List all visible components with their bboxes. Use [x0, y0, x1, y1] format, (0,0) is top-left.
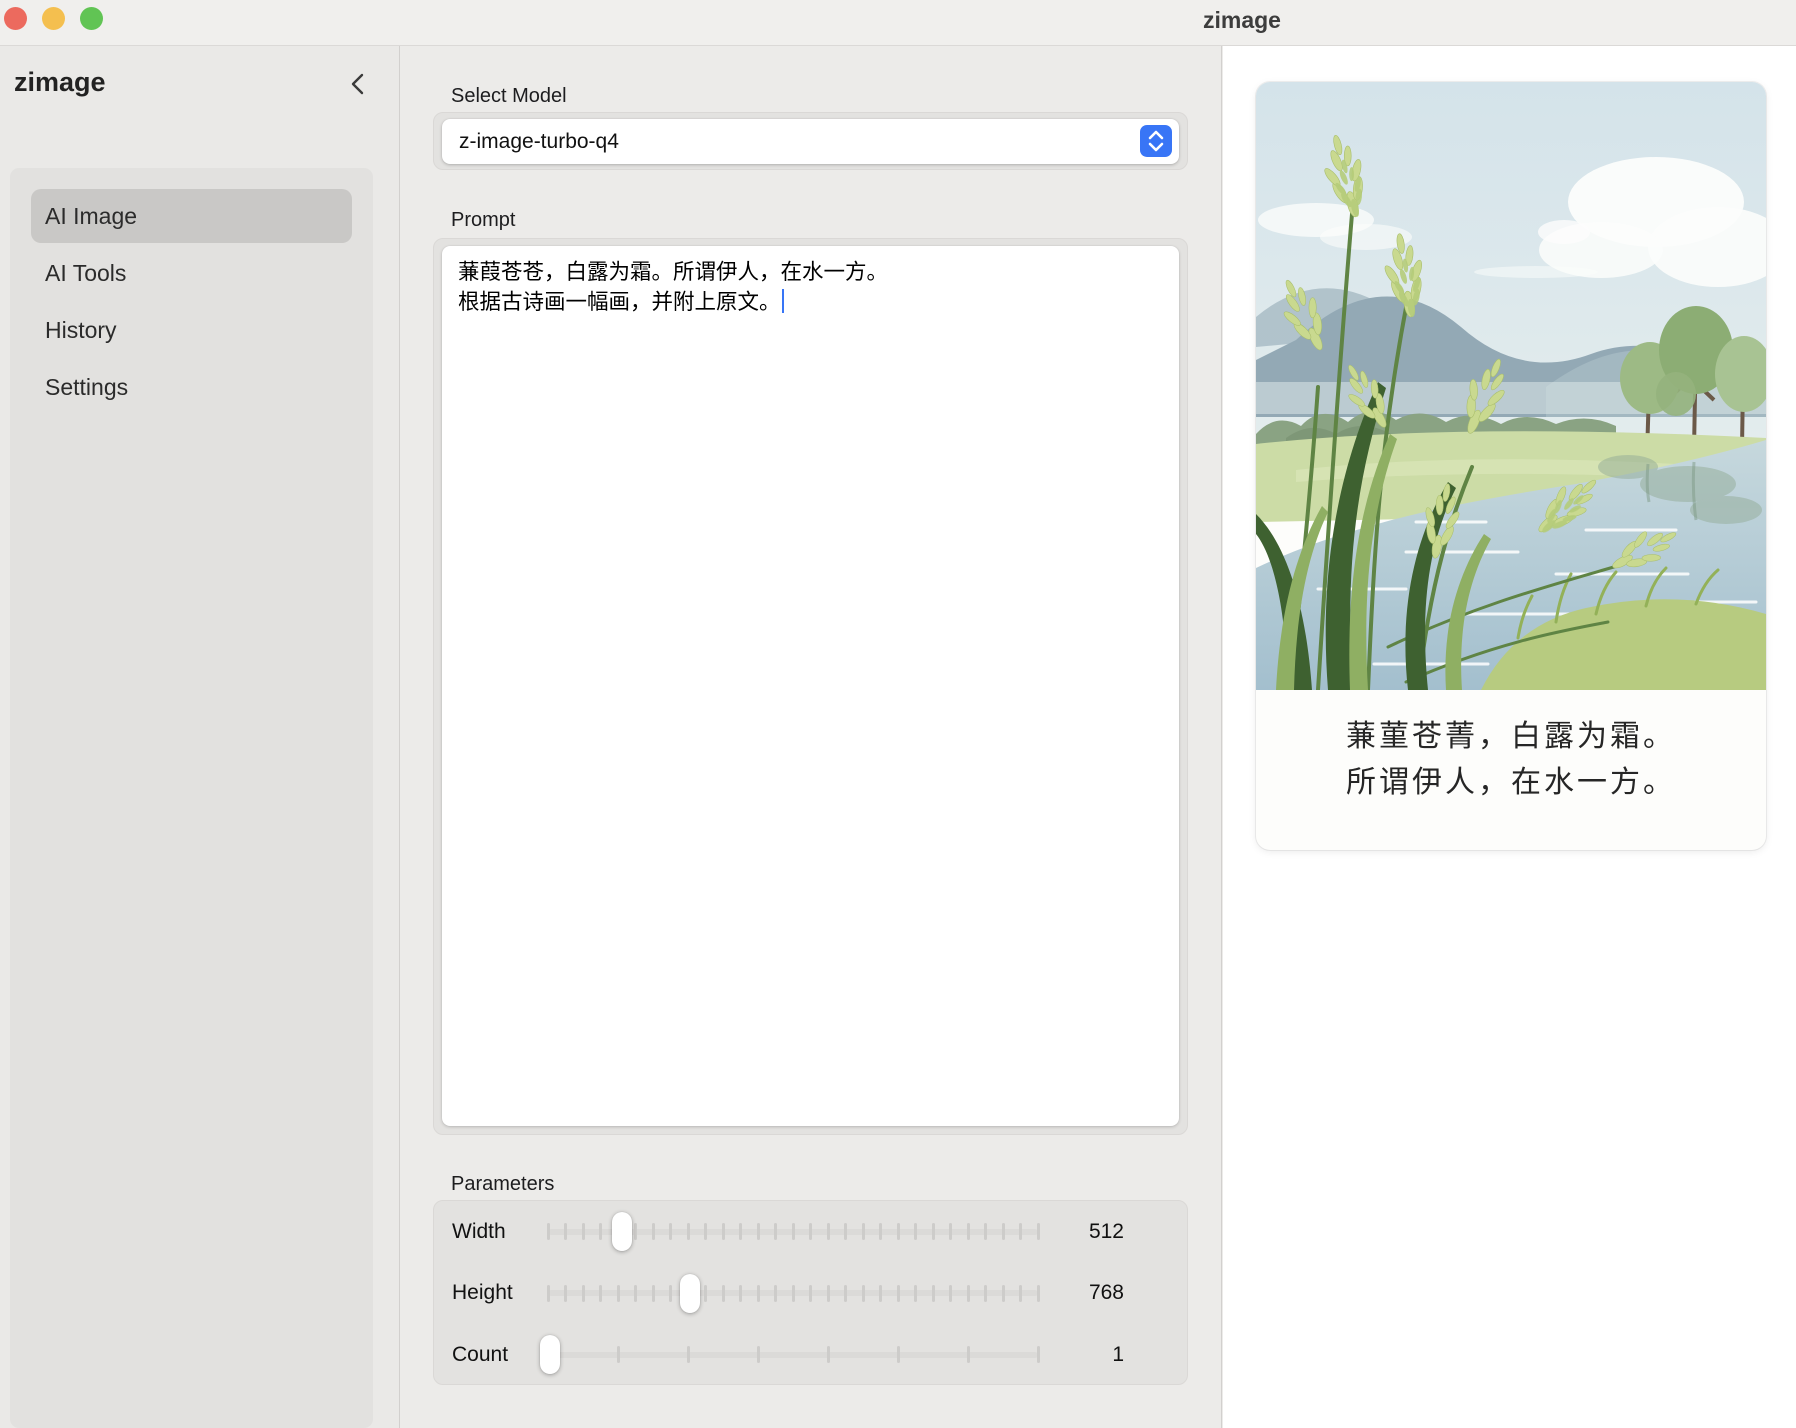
parameter-slider[interactable] — [548, 1271, 1038, 1315]
sidebar-item-label: AI Tools — [45, 260, 126, 287]
sidebar-item-history[interactable]: History — [31, 303, 352, 357]
sidebar-header: zimage — [0, 45, 399, 123]
prompt-label: Prompt — [451, 209, 515, 232]
parameter-value: 768 — [1038, 1281, 1169, 1305]
generated-landscape-image — [1256, 82, 1766, 690]
slider-track[interactable] — [548, 1352, 1038, 1358]
parameter-value: 1 — [1038, 1343, 1169, 1367]
sidebar-item-label: History — [45, 317, 117, 344]
parameter-label: Height — [452, 1281, 548, 1305]
sidebar-item-ai-image[interactable]: AI Image — [31, 189, 352, 243]
model-select[interactable]: z-image-turbo-q4 — [442, 119, 1179, 164]
chevron-left-icon — [347, 71, 369, 97]
parameter-label: Width — [452, 1220, 548, 1244]
chevron-up-icon — [1147, 130, 1165, 140]
parameter-slider[interactable] — [548, 1333, 1038, 1377]
parameter-row-width: Width 512 — [434, 1201, 1187, 1263]
sidebar-item-settings[interactable]: Settings — [31, 360, 352, 414]
select-stepper-icon[interactable] — [1140, 125, 1172, 157]
slider-thumb[interactable] — [612, 1212, 632, 1251]
parameters-label: Parameters — [451, 1173, 554, 1196]
app-title: zimage — [14, 67, 106, 98]
prompt-text-line2: 根据古诗画一幅画，并附上原文。 — [458, 287, 1163, 317]
model-select-value: z-image-turbo-q4 — [459, 130, 619, 154]
poem-caption: 蒹菫苍菁，白露为霜。 所谓伊人，在水一方。 — [1256, 690, 1766, 806]
chevron-down-icon — [1147, 142, 1165, 152]
preview-panel: 蒹菫苍菁，白露为霜。 所谓伊人，在水一方。 — [1223, 45, 1796, 1428]
close-window-button[interactable] — [4, 7, 27, 30]
parameter-label: Count — [452, 1343, 548, 1367]
sidebar-item-label: Settings — [45, 374, 128, 401]
main-panel: Select Model z-image-turbo-q4 Prompt 蒹葭苍… — [401, 45, 1222, 1428]
model-select-well: z-image-turbo-q4 — [433, 112, 1188, 170]
slider-thumb[interactable] — [540, 1335, 560, 1374]
poem-line2: 所谓伊人，在水一方。 — [1256, 760, 1766, 806]
poem-line1: 蒹菫苍菁，白露为霜。 — [1256, 714, 1766, 760]
sidebar-menu: AI Image AI Tools History Settings — [10, 168, 373, 1428]
minimize-window-button[interactable] — [42, 7, 65, 30]
prompt-text-line1: 蒹葭苍苍，白露为霜。所谓伊人，在水一方。 — [458, 257, 1163, 287]
parameter-slider[interactable] — [548, 1210, 1038, 1254]
parameters-well: Width 512 Height 768 Count 1 — [433, 1200, 1188, 1385]
sidebar-item-ai-tools[interactable]: AI Tools — [31, 246, 352, 300]
window-title: zimage — [1203, 7, 1281, 34]
select-model-label: Select Model — [451, 85, 567, 108]
titlebar: zimage — [0, 0, 1796, 46]
parameter-row-count: Count 1 — [434, 1324, 1187, 1386]
sidebar: zimage AI Image AI Tools History Setting… — [0, 45, 400, 1428]
parameter-row-height: Height 768 — [434, 1263, 1187, 1325]
parameter-value: 512 — [1038, 1220, 1169, 1244]
prompt-well: 蒹葭苍苍，白露为霜。所谓伊人，在水一方。 根据古诗画一幅画，并附上原文。 — [433, 238, 1188, 1135]
zoom-window-button[interactable] — [80, 7, 103, 30]
sidebar-item-label: AI Image — [45, 203, 137, 230]
traffic-lights — [4, 7, 103, 30]
text-cursor — [782, 289, 785, 313]
generated-image-card: 蒹菫苍菁，白露为霜。 所谓伊人，在水一方。 — [1256, 82, 1766, 850]
prompt-input[interactable]: 蒹葭苍苍，白露为霜。所谓伊人，在水一方。 根据古诗画一幅画，并附上原文。 — [442, 246, 1179, 1126]
slider-thumb[interactable] — [680, 1274, 700, 1313]
sidebar-collapse-button[interactable] — [347, 71, 369, 97]
